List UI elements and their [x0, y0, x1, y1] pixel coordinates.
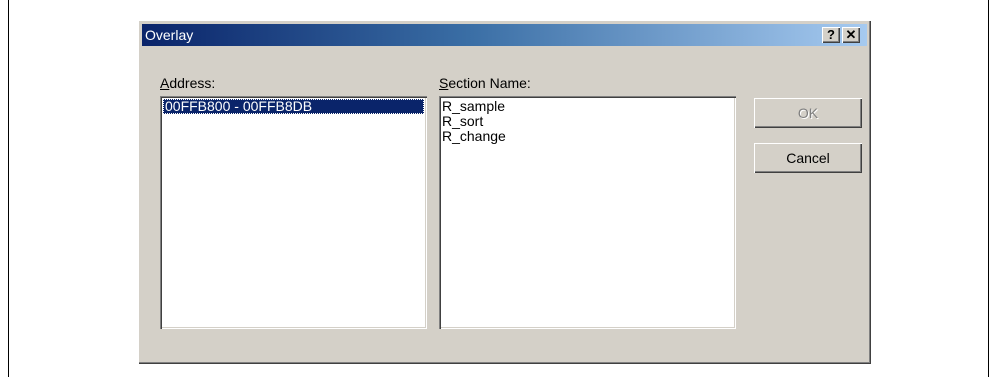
close-icon: ✕ — [845, 27, 857, 42]
page-frame-left-border — [8, 0, 9, 377]
section-list-item[interactable]: R_sort — [442, 114, 733, 129]
address-list-item[interactable]: 00FFB800 - 00FFB8DB — [163, 99, 424, 114]
section-name-listbox[interactable]: R_sample R_sort R_change — [439, 96, 736, 329]
address-label-text: ddress: — [169, 75, 216, 91]
overlay-dialog: Overlay ? ✕ Address: Section Name: 00FFB… — [138, 20, 871, 364]
help-button[interactable]: ? — [822, 27, 840, 43]
section-name-label-mnemonic: S — [439, 75, 449, 91]
window-title: Overlay — [145, 27, 194, 43]
section-list-item[interactable]: R_change — [442, 129, 733, 144]
address-listbox[interactable]: 00FFB800 - 00FFB8DB — [160, 96, 427, 329]
help-icon: ? — [827, 27, 835, 42]
page-frame-right-border — [988, 0, 989, 377]
section-name-label: Section Name: — [439, 75, 531, 91]
section-list-item[interactable]: R_sample — [442, 99, 733, 114]
cancel-button[interactable]: Cancel — [754, 143, 862, 173]
title-bar[interactable]: Overlay ? ✕ — [142, 24, 867, 46]
ok-button[interactable]: OK — [754, 98, 862, 128]
close-button[interactable]: ✕ — [842, 27, 860, 43]
address-label-mnemonic: A — [160, 75, 170, 91]
section-name-label-text: ection Name: — [448, 75, 531, 91]
address-label: Address: — [160, 75, 215, 91]
